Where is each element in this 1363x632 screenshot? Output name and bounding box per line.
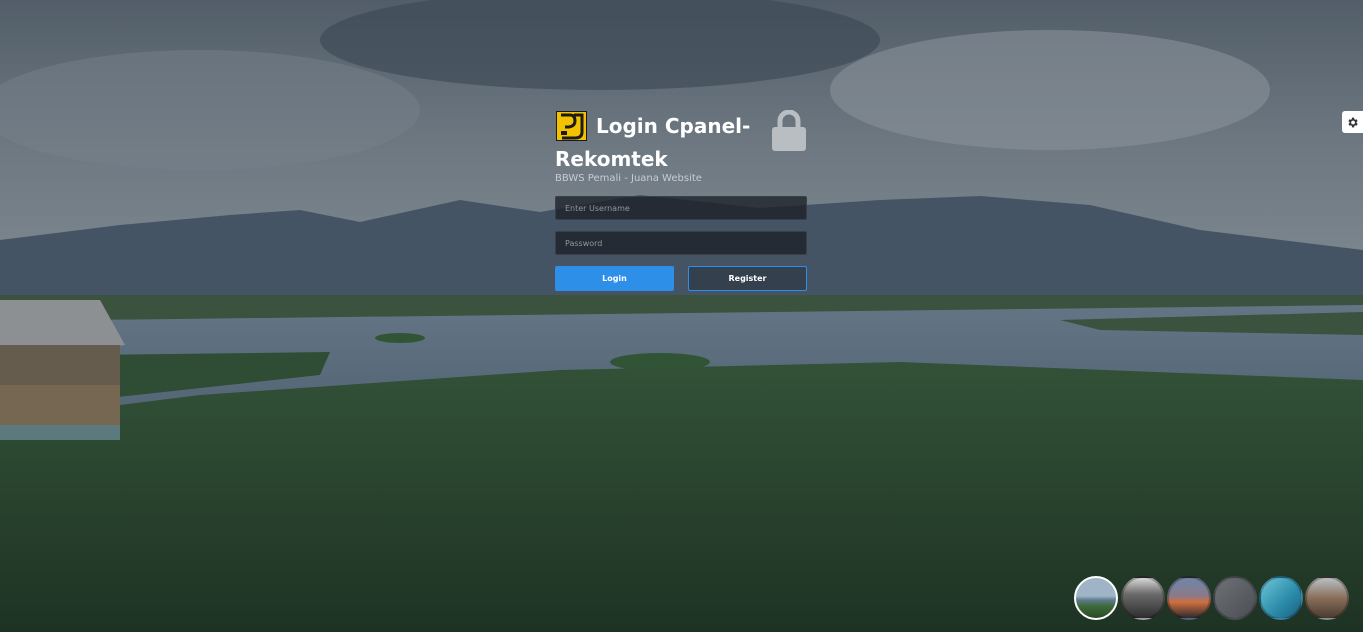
username-input[interactable]	[555, 196, 807, 220]
background-thumb-aerial[interactable]	[1259, 576, 1303, 620]
background-switcher	[1074, 576, 1363, 620]
background-thumb-lake[interactable]	[1074, 576, 1118, 620]
login-panel: Login Cpanel-Rekomtek BBWS Pemali - Juan…	[555, 110, 807, 291]
page-title: Login Cpanel-Rekomtek	[555, 114, 751, 171]
background-thumb-dark[interactable]	[1121, 576, 1165, 620]
register-button[interactable]: Register	[688, 266, 807, 291]
login-actions: Login Register	[555, 266, 807, 291]
settings-toggle-button[interactable]	[1342, 111, 1363, 133]
background-thumb-sunset[interactable]	[1167, 576, 1211, 620]
background-thumb-mountain[interactable]	[1305, 576, 1349, 620]
login-button[interactable]: Login	[555, 266, 674, 291]
gear-icon	[1348, 117, 1358, 127]
lock-icon	[772, 110, 806, 151]
background-dim-overlay	[0, 0, 1363, 632]
background-thumb-abstract[interactable]	[1213, 576, 1257, 620]
password-input[interactable]	[555, 231, 807, 255]
login-header: Login Cpanel-Rekomtek	[555, 110, 807, 172]
